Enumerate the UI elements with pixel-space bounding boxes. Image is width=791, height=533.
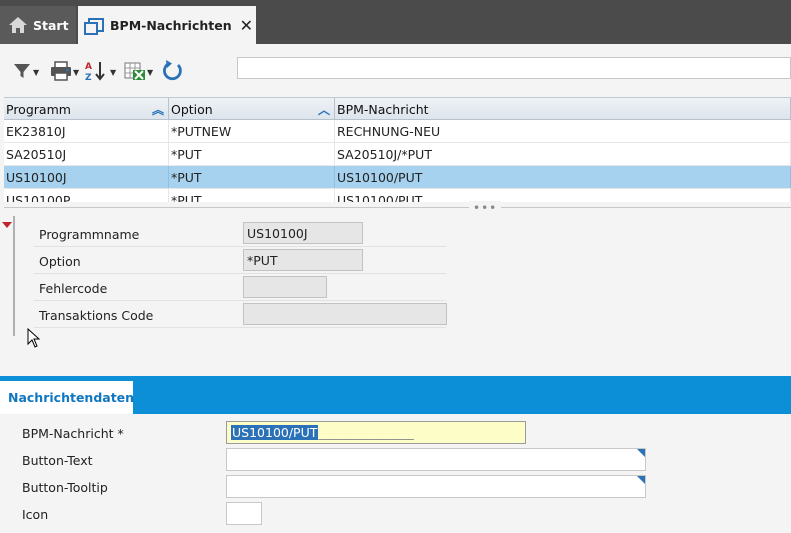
input-fill-mask: __________________ <box>318 425 413 440</box>
column-header-label: Programm <box>6 101 71 117</box>
field-row-button-text: Button-Text <box>20 446 646 473</box>
column-header-label: Option <box>171 101 213 117</box>
tab-bar: Start BPM-Nachrichten ✕ <box>0 0 791 44</box>
field-row-option: Option *PUT <box>34 247 446 274</box>
print-icon <box>50 60 72 84</box>
svg-text:A: A <box>85 62 92 72</box>
collapse-marker-icon[interactable] <box>2 222 12 228</box>
excel-export-button[interactable]: ▼ <box>124 60 153 84</box>
tab-start-label: Start <box>33 17 69 33</box>
button-tooltip-input[interactable] <box>226 475 646 498</box>
svg-text:Z: Z <box>85 73 92 82</box>
print-button[interactable]: ▼ <box>50 60 79 84</box>
cell-bpm-nachricht: US10100/PUT <box>335 189 791 202</box>
table-row[interactable]: SA20510J *PUT SA20510J/*PUT <box>4 143 791 166</box>
field-row-fehlercode: Fehlercode <box>34 274 446 301</box>
panel-splitter[interactable]: ••• <box>4 201 791 215</box>
table-row[interactable]: US10100P *PUT US10100/PUT <box>4 189 791 202</box>
tab-bpm-nachrichten[interactable]: BPM-Nachrichten ✕ <box>78 6 256 44</box>
tab-start[interactable]: Start <box>0 6 76 44</box>
splitter-grip-icon[interactable]: ••• <box>469 201 502 215</box>
sort-az-icon: A Z <box>85 60 109 85</box>
fehlercode-field <box>243 276 327 298</box>
bpm-nachricht-value: US10100/PUT <box>231 425 319 440</box>
translation-corner-icon[interactable] <box>637 476 645 484</box>
field-row-button-tooltip: Button-Tooltip <box>20 473 646 500</box>
cell-bpm-nachricht: SA20510J/*PUT <box>335 143 791 165</box>
cell-option: *PUT <box>169 189 335 202</box>
field-row-transaktions-code: Transaktions Code <box>34 301 447 328</box>
data-grid: Programm ︽ Option ︿ BPM-Nachricht EK2381… <box>4 97 791 202</box>
grid-header: Programm ︽ Option ︿ BPM-Nachricht <box>4 97 791 120</box>
translation-corner-icon[interactable] <box>637 449 645 457</box>
programmname-field: US10100J <box>243 222 363 244</box>
icon-input[interactable] <box>226 502 262 525</box>
tab-bpm-label: BPM-Nachrichten <box>110 17 232 33</box>
field-label: Programmname <box>39 227 140 242</box>
splitter-line <box>4 207 791 208</box>
print-caret-icon: ▼ <box>73 67 80 77</box>
field-row-bpm-nachricht: BPM-Nachricht * US10100/PUT ____________… <box>20 419 646 446</box>
cell-programm: US10100J <box>4 166 169 188</box>
sort-caret-icon: ▼ <box>110 67 117 77</box>
bpm-nachricht-input[interactable]: US10100/PUT __________________ <box>226 421 526 444</box>
field-label: Option <box>39 254 81 269</box>
field-label: Transaktions Code <box>39 308 154 323</box>
column-header-label: BPM-Nachricht <box>337 101 429 117</box>
export-caret-icon: ▼ <box>147 67 154 77</box>
sort-button[interactable]: A Z ▼ <box>85 60 116 84</box>
field-label: Fehlercode <box>39 281 108 296</box>
filter-icon <box>12 61 32 84</box>
cell-programm: US10100P <box>4 189 169 202</box>
cell-option: *PUTNEW <box>169 120 335 142</box>
refresh-icon <box>160 59 184 86</box>
option-field: *PUT <box>243 249 363 271</box>
search-input[interactable] <box>237 57 791 79</box>
field-row-icon: Icon <box>20 500 646 527</box>
field-label: Button-Text <box>22 453 93 468</box>
column-header-programm[interactable]: Programm ︽ <box>4 98 169 120</box>
sort-up-icon[interactable]: ︿ <box>318 101 330 118</box>
window-icon <box>84 18 104 35</box>
table-row-selected[interactable]: US10100J *PUT US10100/PUT <box>4 166 791 189</box>
cell-programm: EK23810J <box>4 120 169 142</box>
field-label: BPM-Nachricht * <box>22 426 124 441</box>
cell-option: *PUT <box>169 166 335 188</box>
filter-caret-icon: ▼ <box>33 67 40 77</box>
transaktions-code-field <box>243 303 447 325</box>
message-data-panel: BPM-Nachricht * US10100/PUT ____________… <box>0 414 791 533</box>
close-tab-icon[interactable]: ✕ <box>240 16 253 35</box>
filter-button[interactable]: ▼ <box>12 60 39 84</box>
button-text-input[interactable] <box>226 448 646 471</box>
detail-group-bar <box>13 216 15 336</box>
field-label: Icon <box>22 507 49 522</box>
field-row-programmname: Programmname US10100J <box>34 220 446 247</box>
cell-bpm-nachricht: US10100/PUT <box>335 166 791 188</box>
mouse-cursor-icon <box>27 327 41 348</box>
table-row[interactable]: EK23810J *PUTNEW RECHNUNG-NEU <box>4 120 791 143</box>
cell-programm: SA20510J <box>4 143 169 165</box>
sort-double-up-icon[interactable]: ︽ <box>152 101 164 118</box>
toolbar: ▼ ▼ A Z ▼ ▼ <box>0 44 791 96</box>
cell-option: *PUT <box>169 143 335 165</box>
excel-export-icon <box>124 61 146 84</box>
column-header-bpm-nachricht[interactable]: BPM-Nachricht <box>335 98 791 120</box>
refresh-button[interactable] <box>160 59 184 86</box>
home-icon <box>8 16 28 34</box>
cell-bpm-nachricht: RECHNUNG-NEU <box>335 120 791 142</box>
column-header-option[interactable]: Option ︿ <box>169 98 335 120</box>
field-label: Button-Tooltip <box>22 480 108 495</box>
section-header-nachrichtendaten: Nachrichtendaten <box>0 376 791 414</box>
tab-nachrichtendaten[interactable]: Nachrichtendaten <box>0 381 134 414</box>
